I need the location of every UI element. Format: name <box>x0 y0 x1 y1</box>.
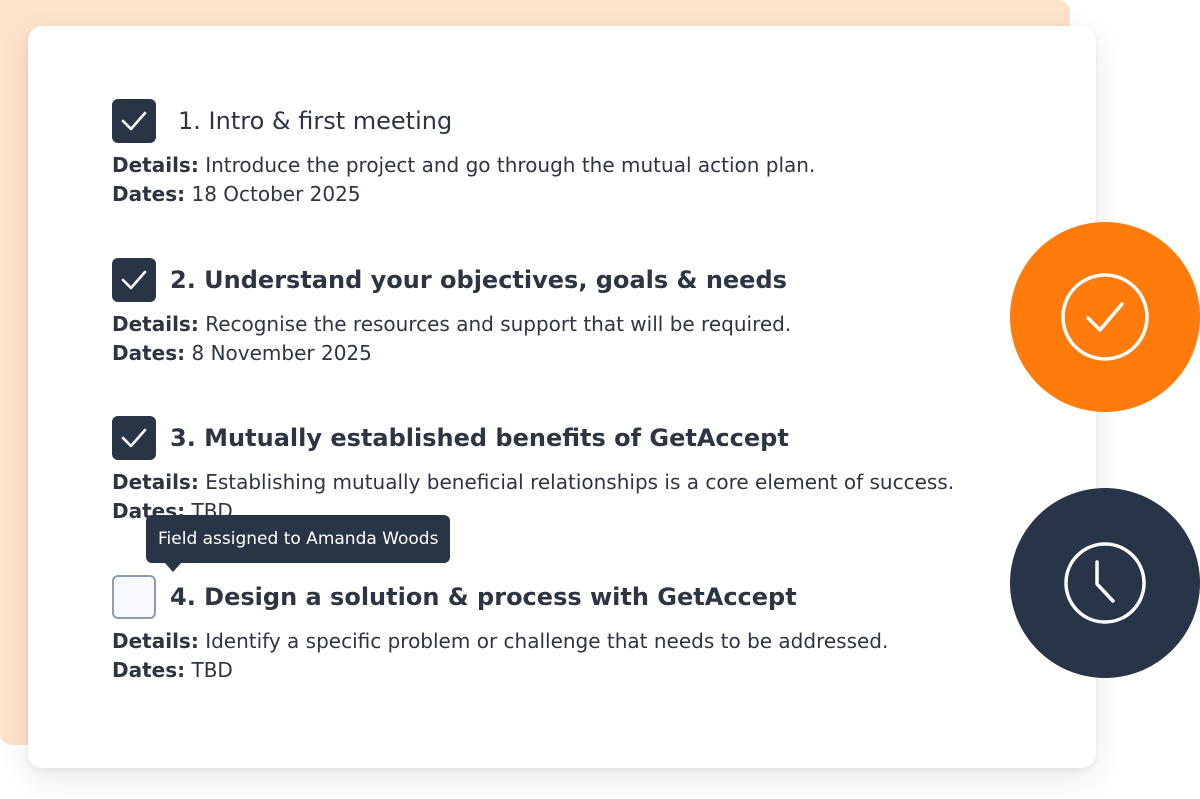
dates-text: TBD <box>185 658 233 682</box>
dates-text: 8 November 2025 <box>185 341 372 365</box>
pending-status-badge <box>1010 488 1200 678</box>
step-1-title: 1. Intro & first meeting <box>178 107 453 135</box>
details-text: Introduce the project and go through the… <box>198 153 816 177</box>
checkmark-icon <box>121 270 147 290</box>
dates-label: Dates: <box>112 341 186 365</box>
step-1-details: Details: Introduce the project and go th… <box>112 151 815 180</box>
dates-text: 18 October 2025 <box>185 182 361 206</box>
step-item-3: 3. Mutually established benefits of GetA… <box>112 416 954 526</box>
mutual-action-plan-card: 1. Intro & first meeting Details: Introd… <box>28 26 1096 768</box>
assignee-tooltip: Field assigned to Amanda Woods <box>146 515 451 572</box>
details-label: Details: <box>112 153 199 177</box>
details-text: Establishing mutually beneficial relatio… <box>198 470 955 494</box>
step-2-details: Details: Recognise the resources and sup… <box>112 310 791 339</box>
check-circle-icon <box>1061 273 1149 361</box>
dates-label: Dates: <box>112 658 186 682</box>
details-text: Identify a specific problem or challenge… <box>198 629 889 653</box>
details-text: Recognise the resources and support that… <box>198 312 792 336</box>
details-label: Details: <box>112 629 199 653</box>
step-2-title: 2. Understand your objectives, goals & n… <box>170 266 787 294</box>
step-4-title: 4. Design a solution & process with GetA… <box>170 583 797 611</box>
step-4-dates: Dates: TBD <box>112 656 888 685</box>
step-item-4: 4. Design a solution & process with GetA… <box>112 575 888 685</box>
step-3-details: Details: Establishing mutually beneficia… <box>112 468 954 497</box>
tooltip-pointer <box>164 562 182 572</box>
completed-status-badge <box>1010 222 1200 412</box>
step-1-dates: Dates: 18 October 2025 <box>112 180 815 209</box>
step-3-title: 3. Mutually established benefits of GetA… <box>170 424 789 452</box>
tooltip-text: Field assigned to Amanda Woods <box>158 529 439 549</box>
details-label: Details: <box>112 312 199 336</box>
checkmark-icon <box>121 428 147 448</box>
step-item-1: 1. Intro & first meeting Details: Introd… <box>112 99 815 209</box>
dates-label: Dates: <box>112 182 186 206</box>
step-4-details: Details: Identify a specific problem or … <box>112 627 888 656</box>
step-item-2: 2. Understand your objectives, goals & n… <box>112 258 791 368</box>
clock-icon <box>1064 542 1146 624</box>
step-2-dates: Dates: 8 November 2025 <box>112 339 791 368</box>
step-2-checkbox[interactable] <box>112 258 156 302</box>
step-4-checkbox[interactable] <box>112 575 156 619</box>
checkmark-icon <box>121 111 147 131</box>
step-3-checkbox[interactable] <box>112 416 156 460</box>
step-1-checkbox[interactable] <box>112 99 156 143</box>
details-label: Details: <box>112 470 199 494</box>
